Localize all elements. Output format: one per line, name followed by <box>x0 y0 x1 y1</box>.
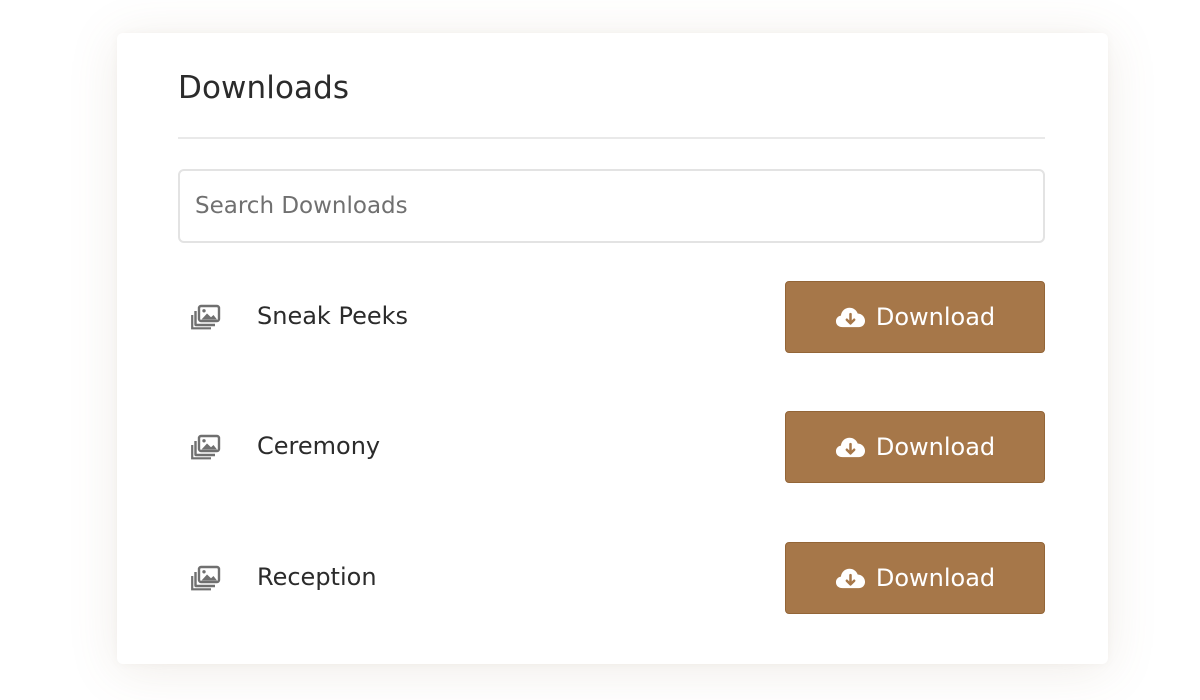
title-divider <box>178 137 1045 139</box>
download-button[interactable]: Download <box>785 411 1045 483</box>
photo-gallery-icon <box>191 304 221 330</box>
item-label: Reception <box>257 563 377 591</box>
item-label: Sneak Peeks <box>257 302 408 330</box>
download-button-label: Download <box>875 303 996 331</box>
item-label: Ceremony <box>257 432 381 460</box>
download-button[interactable]: Download <box>785 542 1045 614</box>
downloads-panel: Downloads Sneak Peeks <box>117 33 1108 664</box>
page-background: Downloads Sneak Peeks <box>0 0 1200 700</box>
photo-gallery-icon <box>191 434 221 460</box>
cloud-download-icon <box>835 437 865 458</box>
download-item-ceremony: Ceremony Download <box>178 411 1045 483</box>
download-button[interactable]: Download <box>785 281 1045 353</box>
download-item-reception: Reception Download <box>178 542 1045 614</box>
download-button-label: Download <box>875 564 996 592</box>
download-button-label: Download <box>875 433 996 461</box>
page-title: Downloads <box>178 70 350 106</box>
download-item-sneak-peeks: Sneak Peeks Download <box>178 281 1045 353</box>
search-input[interactable] <box>178 169 1045 243</box>
photo-gallery-icon <box>191 565 221 591</box>
cloud-download-icon <box>835 568 865 589</box>
cloud-download-icon <box>835 307 865 328</box>
